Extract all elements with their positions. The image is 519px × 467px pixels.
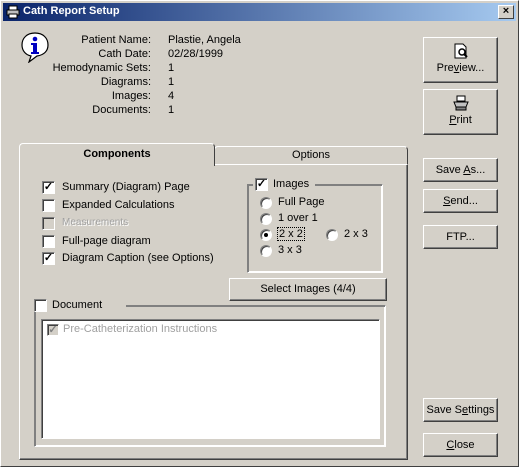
title-bar[interactable]: Cath Report Setup × bbox=[3, 3, 516, 21]
document-checkbox[interactable] bbox=[34, 299, 47, 312]
measurements-checkbox bbox=[42, 217, 55, 230]
info-value-hemodynamic-sets: 1 bbox=[168, 62, 175, 74]
select-images-button[interactable]: Select Images (4/4) bbox=[229, 278, 387, 301]
radio-3x3-label: 3 x 3 bbox=[278, 244, 302, 256]
close-label: Close bbox=[446, 439, 475, 451]
expanded-calculations-label: Expanded Calculations bbox=[62, 199, 175, 211]
info-label-cath-date: Cath Date: bbox=[98, 48, 151, 60]
radio-2x3-label: 2 x 3 bbox=[344, 228, 368, 240]
check-icon: ✓ bbox=[256, 178, 267, 190]
radio-full-page-label: Full Page bbox=[278, 196, 325, 208]
radio-2x2-label: 2 x 2 bbox=[277, 227, 305, 241]
radio-full-page[interactable] bbox=[260, 197, 272, 209]
print-button[interactable]: Print bbox=[423, 89, 498, 135]
measurements-label: Measurements bbox=[62, 217, 129, 228]
info-label-diagrams: Diagrams: bbox=[100, 76, 151, 88]
document-list[interactable]: ✓ Pre-Catheterization Instructions bbox=[41, 319, 380, 439]
document-group-label: Document bbox=[52, 299, 103, 311]
close-window-button[interactable]: × bbox=[498, 5, 514, 19]
full-page-diagram-label: Full-page diagram bbox=[62, 235, 151, 247]
info-label-documents: Documents: bbox=[92, 104, 151, 116]
expanded-calculations-checkbox[interactable] bbox=[42, 199, 55, 212]
preview-label: Preview... bbox=[436, 62, 485, 74]
check-icon: ✓ bbox=[43, 181, 54, 193]
images-checkbox[interactable]: ✓ bbox=[255, 178, 268, 191]
printer-icon bbox=[452, 95, 469, 111]
info-value-documents: 1 bbox=[168, 104, 175, 116]
radio-selected-dot bbox=[264, 233, 268, 237]
window-title: Cath Report Setup bbox=[23, 5, 120, 17]
tab-components[interactable]: Components bbox=[19, 143, 215, 166]
info-label-patient-name: Patient Name: bbox=[81, 34, 151, 46]
diagram-caption-label: Diagram Caption (see Options) bbox=[62, 252, 214, 264]
close-button[interactable]: Close bbox=[423, 433, 498, 457]
send-button[interactable]: Send... bbox=[423, 189, 498, 213]
radio-3x3[interactable] bbox=[260, 245, 272, 257]
radio-2x2[interactable] bbox=[260, 229, 272, 241]
info-label-hemodynamic-sets: Hemodynamic Sets: bbox=[52, 62, 151, 74]
ftp-button[interactable]: FTP... bbox=[423, 225, 498, 249]
save-as-label: Save As... bbox=[435, 164, 486, 176]
document-item-checkbox: ✓ bbox=[47, 324, 59, 336]
summary-page-checkbox[interactable]: ✓ bbox=[42, 181, 55, 194]
check-icon: ✓ bbox=[43, 252, 54, 264]
radio-1-over-1[interactable] bbox=[260, 213, 272, 225]
send-label: Send... bbox=[443, 195, 478, 207]
save-settings-button[interactable]: Save Settings bbox=[423, 398, 498, 422]
info-value-patient-name: Plastie, Angela bbox=[168, 34, 241, 46]
tab-options[interactable]: Options bbox=[214, 146, 408, 165]
info-value-diagrams: 1 bbox=[168, 76, 175, 88]
report-setup-window: Cath Report Setup × Patient Name: Plasti… bbox=[0, 0, 519, 467]
save-settings-label: Save Settings bbox=[426, 404, 495, 416]
preview-button[interactable]: Preview... bbox=[423, 37, 498, 83]
ftp-label: FTP... bbox=[446, 231, 475, 243]
check-icon: ✓ bbox=[48, 324, 58, 336]
printer-icon bbox=[6, 5, 20, 19]
images-group-label: Images bbox=[273, 178, 310, 190]
radio-2x3[interactable] bbox=[326, 229, 338, 241]
diagram-caption-checkbox[interactable]: ✓ bbox=[42, 252, 55, 265]
summary-page-label: Summary (Diagram) Page bbox=[62, 181, 190, 193]
info-value-cath-date: 02/28/1999 bbox=[168, 48, 224, 60]
print-label: Print bbox=[449, 114, 472, 126]
document-item-label: Pre-Catheterization Instructions bbox=[63, 323, 218, 335]
info-value-images: 4 bbox=[168, 90, 175, 102]
preview-icon bbox=[454, 43, 468, 59]
full-page-diagram-checkbox[interactable] bbox=[42, 235, 55, 248]
save-as-button[interactable]: Save As... bbox=[423, 158, 498, 182]
info-label-images: Images: bbox=[111, 90, 151, 102]
radio-1-over-1-label: 1 over 1 bbox=[278, 212, 318, 224]
close-icon: × bbox=[502, 5, 510, 17]
